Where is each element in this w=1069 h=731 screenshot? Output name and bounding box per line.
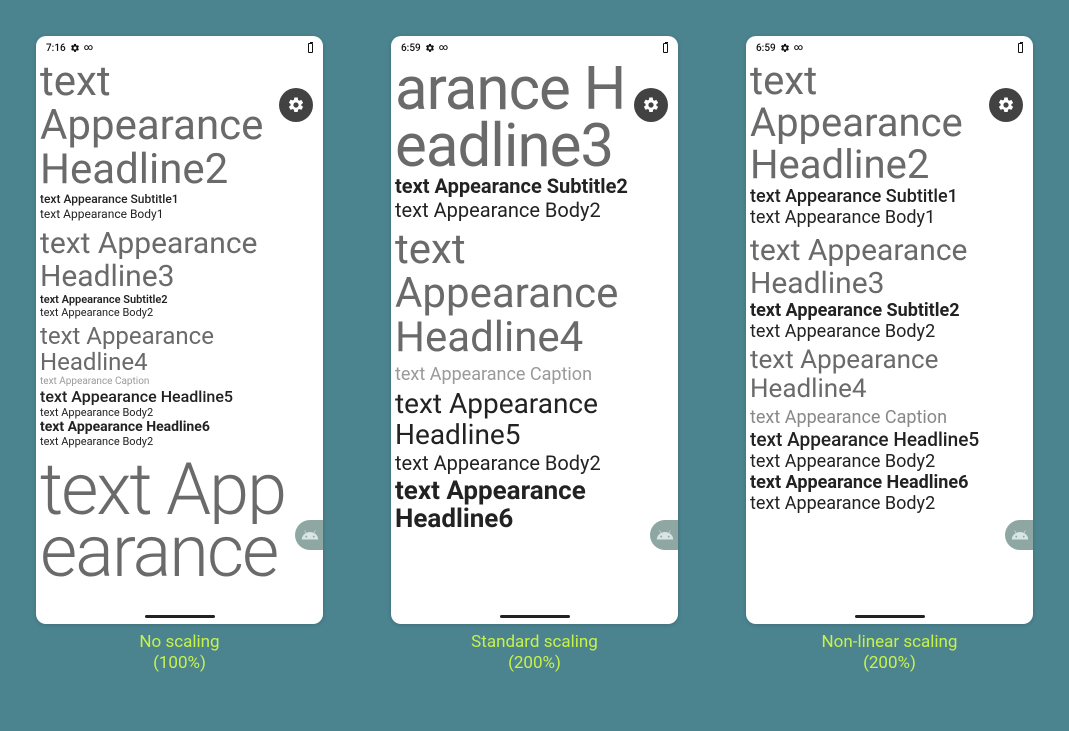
nav-indicator[interactable] [500, 615, 570, 618]
text-display-giant: earance [40, 518, 323, 586]
caption-line: No scaling [36, 632, 323, 653]
caption-nonlinear-scaling: Non-linear scaling (200%) [746, 632, 1033, 675]
text-body2: text Appearance Body2 [40, 435, 323, 448]
settings-fab[interactable] [279, 88, 313, 122]
battery-icon [663, 43, 668, 53]
phone-panel-no-scaling: 7:16 ∞ text Appearance Headline2 text Ap… [36, 36, 323, 624]
text-subtitle2: text Appearance Subtitle2 [40, 293, 323, 306]
settings-fab[interactable] [634, 88, 668, 122]
status-gear-icon [780, 43, 790, 53]
text-body2: text Appearance Body2 [40, 306, 323, 319]
phone-panel-nonlinear-scaling: 6:59 ∞ text Appearance Headline2 text Ap… [746, 36, 1033, 624]
status-time: 6:59 [756, 43, 776, 54]
status-gear-icon [70, 43, 80, 53]
status-extra: ∞ [84, 43, 94, 53]
text-body2: text Appearance Body2 [395, 198, 678, 222]
text-headline3: text Appearance [750, 234, 1033, 267]
status-bar: 6:59 ∞ [391, 36, 678, 60]
text-subtitle2: text Appearance Subtitle2 [395, 174, 678, 198]
status-bar: 6:59 ∞ [746, 36, 1033, 60]
caption-standard-scaling: Standard scaling (200%) [391, 632, 678, 675]
text-body2: text Appearance Body2 [750, 451, 1033, 472]
text-caption: text Appearance Caption [750, 407, 1033, 428]
status-extra: ∞ [439, 43, 449, 53]
caption-line: Standard scaling [391, 632, 678, 653]
android-debug-icon[interactable] [650, 520, 678, 550]
text-headline5: text Appearance Headline5 [750, 428, 1033, 451]
caption-line: Non-linear scaling [746, 632, 1033, 653]
text-headline5: text Appearance [395, 389, 678, 420]
text-headline3: Headline3 [40, 260, 323, 293]
text-headline4: Headline4 [395, 316, 678, 360]
text-display-giant: text App [40, 456, 323, 524]
text-subtitle1: text Appearance Subtitle1 [40, 192, 323, 206]
text-headline4: text Appearance [750, 346, 1033, 375]
text-headline4: Appearance [395, 272, 678, 316]
text-body2: text Appearance Body2 [750, 321, 1033, 342]
caption-line: (200%) [391, 653, 678, 674]
text-body1: text Appearance Body1 [750, 207, 1033, 228]
caption-no-scaling: No scaling (100%) [36, 632, 323, 675]
content-area: arance H eadline3 text Appearance Subtit… [391, 60, 678, 624]
text-headline3: text Appearance [40, 227, 323, 260]
text-headline5: Headline5 [395, 420, 678, 451]
text-body2: text Appearance Body2 [395, 451, 678, 475]
text-headline4: text [395, 228, 678, 272]
caption-line: (100%) [36, 653, 323, 674]
battery-icon [308, 43, 313, 53]
settings-fab[interactable] [989, 88, 1023, 122]
battery-icon [1018, 43, 1023, 53]
text-subtitle1: text Appearance Subtitle1 [750, 186, 1033, 207]
text-headline2: Headline2 [750, 144, 1033, 186]
caption-line: (200%) [746, 653, 1033, 674]
text-headline6: Headline6 [395, 505, 678, 534]
text-headline4: text Appearance [40, 323, 323, 349]
android-debug-icon[interactable] [295, 520, 323, 550]
text-headline5: text Appearance Headline5 [40, 387, 323, 406]
content-area: text Appearance Headline2 text Appearanc… [36, 60, 323, 624]
text-body2: text Appearance Body2 [750, 493, 1033, 514]
text-headline4: Headline4 [40, 349, 323, 375]
text-headline3-fragment: eadline3 [395, 117, 678, 174]
status-bar: 7:16 ∞ [36, 36, 323, 60]
status-time: 7:16 [46, 43, 66, 54]
text-headline3: Headline3 [750, 267, 1033, 300]
android-debug-icon[interactable] [1005, 520, 1033, 550]
phone-panel-standard-scaling: 6:59 ∞ arance H eadline3 text Appearance… [391, 36, 678, 624]
text-headline2: Headline2 [40, 148, 323, 192]
text-subtitle2: text Appearance Subtitle2 [750, 300, 1033, 321]
text-headline6: text Appearance Headline6 [750, 472, 1033, 493]
status-gear-icon [425, 43, 435, 53]
text-headline6: text Appearance [395, 477, 678, 506]
text-caption: text Appearance Caption [395, 364, 678, 385]
nav-indicator[interactable] [855, 615, 925, 618]
status-extra: ∞ [794, 43, 804, 53]
text-headline6: text Appearance Headline6 [40, 419, 323, 435]
text-body1: text Appearance Body1 [40, 207, 323, 221]
content-area: text Appearance Headline2 text Appearanc… [746, 60, 1033, 624]
text-caption: text Appearance Caption [40, 376, 323, 387]
text-headline4: Headline4 [750, 375, 1033, 404]
text-body2: text Appearance Body2 [40, 406, 323, 419]
nav-indicator[interactable] [145, 615, 215, 618]
status-time: 6:59 [401, 43, 421, 54]
